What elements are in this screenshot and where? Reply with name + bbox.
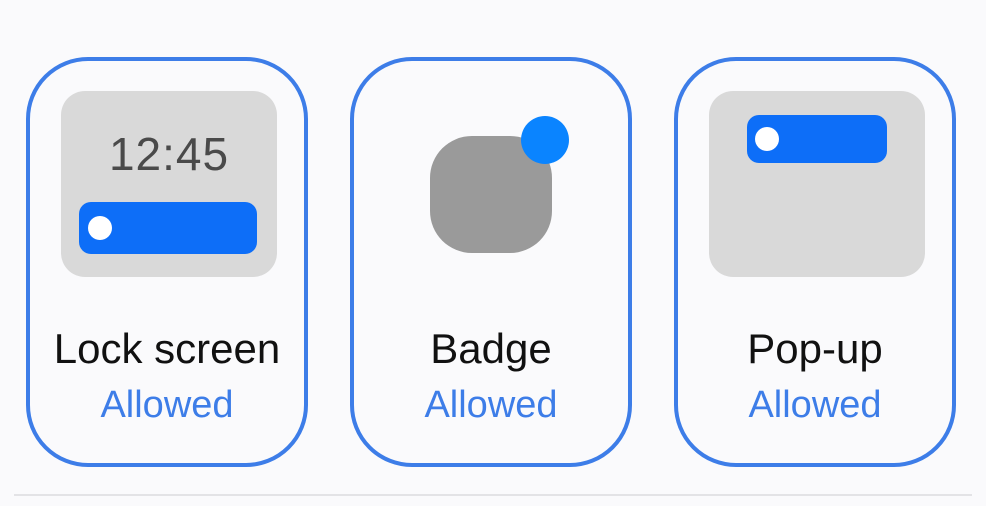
pop-up-notification-bar-icon [747,115,887,163]
lock-screen-option-status: Allowed [100,384,234,426]
pop-up-option-status: Allowed [748,384,882,426]
lock-screen-preview-image: 12:45 [61,91,277,277]
badge-option-card[interactable]: Badge Allowed [350,57,632,467]
section-divider [14,494,972,496]
notification-dot-icon [755,127,779,151]
badge-option-status: Allowed [424,384,558,426]
pop-up-preview-image [709,91,925,277]
notification-dot-icon [88,216,112,240]
lock-screen-option-title: Lock screen [53,325,281,372]
badge-dot-icon [521,116,569,164]
notification-bar-icon [79,202,257,254]
badge-option-title: Badge [430,325,552,372]
pop-up-option-card[interactable]: Pop-up Allowed [674,57,956,467]
lock-screen-option-card[interactable]: 12:45 Lock screen Allowed [26,57,308,467]
pop-up-option-title: Pop-up [747,325,883,372]
lock-screen-preview-time: 12:45 [108,128,230,180]
